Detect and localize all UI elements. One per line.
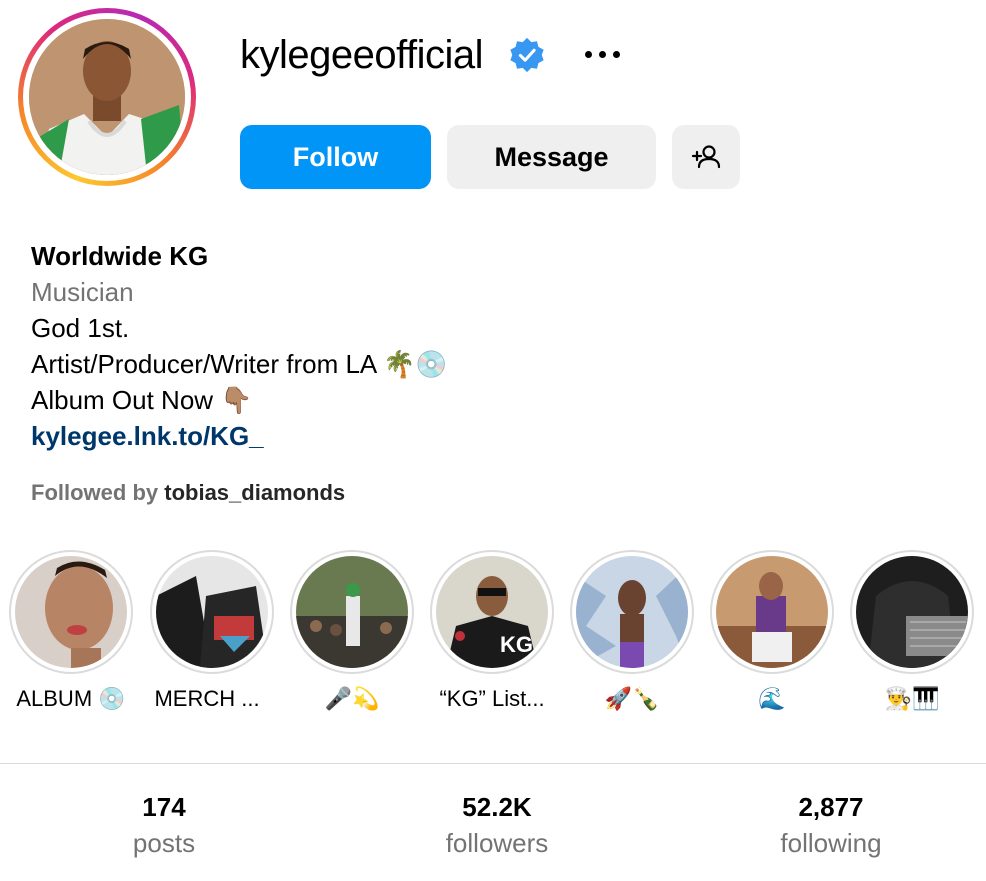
highlight-item[interactable] — [9, 550, 133, 674]
highlight-label: MERCH ... — [154, 686, 260, 711]
more-options-icon[interactable] — [578, 38, 626, 70]
bio-line: Artist/Producer/Writer from LA 🌴💿 — [31, 349, 448, 379]
followed-by-user[interactable]: tobias_diamonds — [164, 480, 345, 505]
follow-button[interactable]: Follow — [240, 125, 431, 189]
stat-followers[interactable]: 52.2K followers — [397, 790, 597, 862]
highlight-item[interactable] — [850, 550, 974, 674]
stat-value: 2,877 — [798, 792, 864, 822]
highlight-label: 🎤💫 — [324, 686, 380, 711]
stats-divider — [0, 763, 986, 764]
profile-full-name: Worldwide KG — [31, 241, 209, 271]
stat-label: posts — [132, 828, 196, 858]
highlight-cover: KG — [436, 556, 548, 668]
highlight-cover — [15, 556, 127, 668]
svg-text:KG: KG — [500, 632, 533, 657]
profile-category: Musician — [31, 277, 134, 307]
profile-username: kylegeeofficial — [240, 33, 484, 77]
highlight-label: 👨‍🍳🎹 — [884, 686, 940, 711]
profile-bio: Worldwide KG Musician God 1st. Artist/Pr… — [31, 238, 448, 454]
stat-value: 52.2K — [462, 792, 532, 822]
highlight-label: 🌊 — [758, 686, 786, 711]
highlight-label: “KG” List... — [439, 686, 545, 711]
highlight-cover — [576, 556, 688, 668]
highlight-label: 🚀🍾 — [604, 686, 660, 711]
bio-line: Album Out Now 👇🏽 — [31, 385, 253, 415]
stat-label: followers — [445, 828, 549, 858]
followed-by: Followed by tobias_diamonds — [31, 480, 345, 506]
stat-posts[interactable]: 174 posts — [64, 790, 264, 862]
highlight-item[interactable] — [290, 550, 414, 674]
stat-label: following — [780, 828, 882, 858]
profile-avatar-ring[interactable] — [18, 8, 196, 186]
profile-avatar — [29, 19, 185, 175]
highlight-cover — [856, 556, 968, 668]
highlight-cover — [156, 556, 268, 668]
bio-link[interactable]: kylegee.lnk.to/KG_ — [31, 418, 448, 454]
highlight-item[interactable] — [710, 550, 834, 674]
bio-line: God 1st. — [31, 313, 130, 343]
highlight-item[interactable] — [570, 550, 694, 674]
verified-badge-icon — [510, 37, 544, 73]
followed-by-prefix: Followed by — [31, 480, 159, 505]
highlight-cover — [716, 556, 828, 668]
highlight-item[interactable] — [150, 550, 274, 674]
stat-value: 174 — [142, 792, 186, 822]
highlight-label: ALBUM 💿 — [16, 686, 126, 711]
stat-following[interactable]: 2,877 following — [731, 790, 931, 862]
highlight-item[interactable]: KG — [430, 550, 554, 674]
message-button[interactable]: Message — [447, 125, 656, 189]
suggest-people-button[interactable] — [672, 125, 740, 189]
highlight-cover — [296, 556, 408, 668]
add-user-icon — [691, 145, 721, 169]
